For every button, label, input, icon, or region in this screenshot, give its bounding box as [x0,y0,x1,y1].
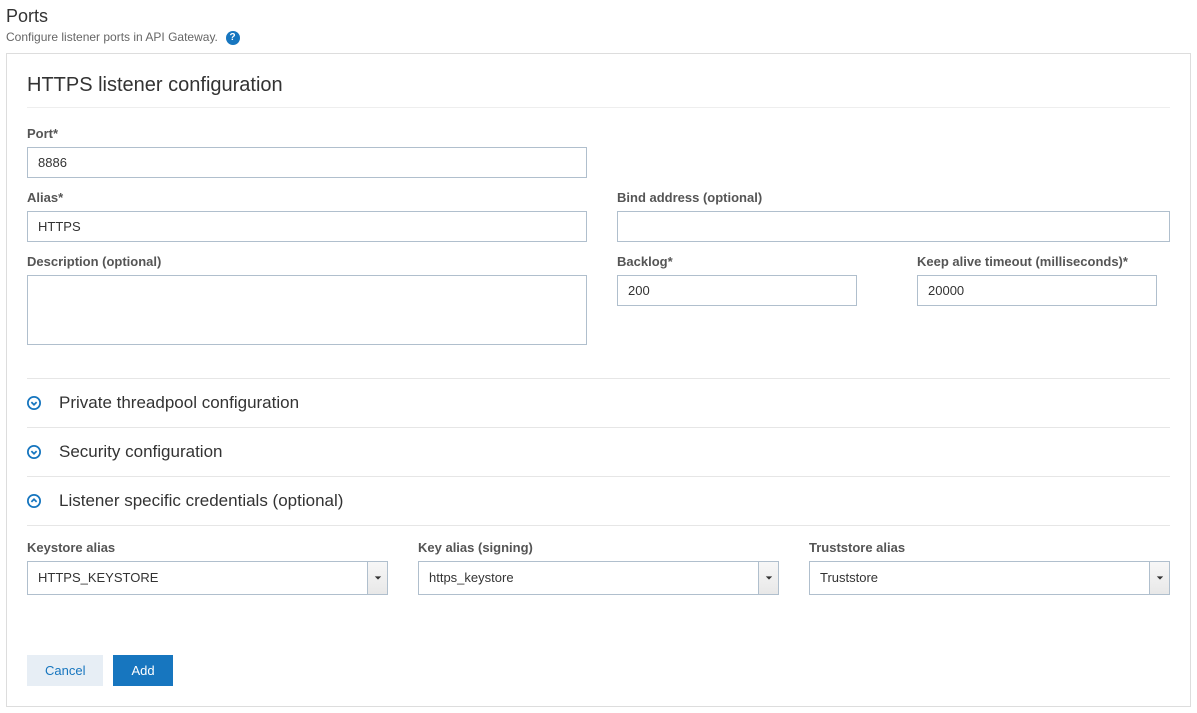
alias-label: Alias* [27,190,587,205]
keepalive-label: Keep alive timeout (milliseconds)* [917,254,1177,269]
backlog-label: Backlog* [617,254,887,269]
keyalias-select[interactable]: https_keystore [418,561,779,595]
dropdown-arrow-icon [758,562,778,594]
divider [27,107,1170,108]
keystore-label: Keystore alias [27,540,388,555]
section-credentials[interactable]: Listener specific credentials (optional) [27,476,1170,526]
truststore-select[interactable]: Truststore [809,561,1170,595]
section-security[interactable]: Security configuration [27,427,1170,476]
page-subtitle: Configure listener ports in API Gateway. [6,30,218,44]
dropdown-arrow-icon [1149,562,1169,594]
keystore-value: HTTPS_KEYSTORE [28,562,367,594]
expand-up-icon [27,494,41,508]
keepalive-input[interactable] [917,275,1157,306]
section-credentials-title: Listener specific credentials (optional) [59,491,343,511]
config-panel: HTTPS listener configuration Port* Alias… [6,53,1191,707]
truststore-value: Truststore [810,562,1149,594]
keyalias-label: Key alias (signing) [418,540,779,555]
panel-title: HTTPS listener configuration [27,74,1170,97]
backlog-input[interactable] [617,275,857,306]
section-threadpool-title: Private threadpool configuration [59,393,299,413]
port-input[interactable] [27,147,587,178]
section-security-title: Security configuration [59,442,222,462]
expand-down-icon [27,396,41,410]
description-label: Description (optional) [27,254,587,269]
expand-down-icon [27,445,41,459]
page-title: Ports [6,6,1191,27]
keystore-select[interactable]: HTTPS_KEYSTORE [27,561,388,595]
description-input[interactable] [27,275,587,345]
keyalias-value: https_keystore [419,562,758,594]
truststore-label: Truststore alias [809,540,1170,555]
port-label: Port* [27,126,587,141]
bind-label: Bind address (optional) [617,190,1170,205]
bind-input[interactable] [617,211,1170,242]
alias-input[interactable] [27,211,587,242]
dropdown-arrow-icon [367,562,387,594]
help-icon[interactable]: ? [226,31,240,45]
section-threadpool[interactable]: Private threadpool configuration [27,378,1170,427]
